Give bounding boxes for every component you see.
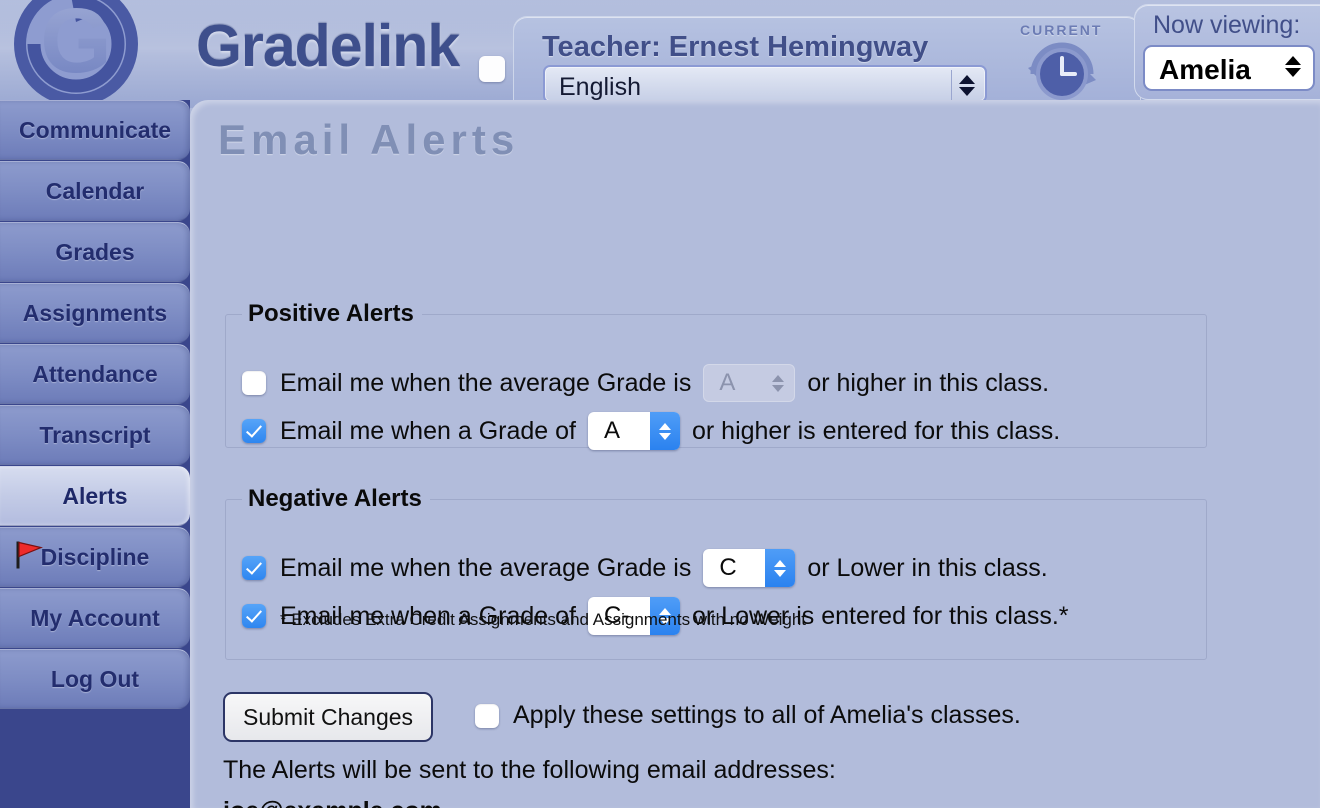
class-select-value: English — [559, 73, 641, 101]
sidebar-item-label: Log Out — [50, 665, 140, 692]
sidebar-item-assignments[interactable]: Assignments — [0, 283, 190, 343]
sidebar-item-communicate[interactable]: Communicate — [0, 100, 190, 160]
negative-alerts-legend: Negative Alerts — [248, 485, 422, 512]
negative-average-grade-checkbox[interactable] — [242, 556, 266, 580]
chevron-updown-icon — [765, 364, 791, 402]
student-select-value: Amelia — [1159, 54, 1251, 85]
now-viewing-panel: Now viewing: Amelia — [1134, 4, 1320, 100]
now-viewing-label: Now viewing: — [1153, 11, 1301, 39]
negative-average-grade-text-after: or Lower in this class. — [807, 553, 1048, 582]
email-recipient-address: joe@example.com — [223, 797, 442, 808]
positive-alerts-group: Positive Alerts Email me when the averag… — [225, 300, 1207, 450]
current-clock-icon — [1024, 38, 1100, 108]
class-extra-toggle[interactable] — [479, 56, 505, 82]
sidebar-item-label: Assignments — [22, 299, 168, 326]
teacher-name-label: Teacher: Ernest Hemingway — [542, 31, 929, 63]
svg-text:G: G — [40, 0, 112, 92]
positive-single-grade-select[interactable]: A — [587, 412, 680, 450]
email-recipients-note: The Alerts will be sent to the following… — [223, 756, 836, 784]
negative-average-grade-select[interactable]: C — [703, 549, 796, 587]
sidebar-item-discipline[interactable]: Discipline — [0, 527, 190, 587]
positive-average-grade-checkbox[interactable] — [242, 371, 266, 395]
positive-single-grade-text-after: or higher is entered for this class. — [691, 416, 1061, 445]
gradelink-app-window: G Gradelink Teacher: Ernest Hemingway En… — [0, 0, 1320, 808]
sidebar-item-label: Calendar — [45, 177, 145, 204]
negative-alerts-group: Negative Alerts Email me when the averag… — [225, 485, 1207, 660]
positive-single-grade-text-before: Email me when a Grade of — [280, 416, 576, 445]
positive-average-grade-text-before: Email me when the average Grade is — [280, 368, 692, 397]
positive-average-grade-select[interactable]: A — [703, 364, 796, 402]
sidebar-item-my-account[interactable]: My Account — [0, 588, 190, 648]
chevron-updown-icon — [765, 549, 796, 587]
sidebar-item-label: Attendance — [32, 360, 158, 387]
positive-single-grade-row: Email me when a Grade of A or higher is … — [242, 412, 1060, 450]
positive-single-grade-checkbox[interactable] — [242, 419, 266, 443]
brand-logo-block[interactable]: G Gradelink — [0, 0, 512, 106]
apply-all-classes-checkbox[interactable] — [475, 703, 499, 728]
negative-average-grade-text-before: Email me when the average Grade is — [280, 553, 692, 582]
positive-average-grade-row: Email me when the average Grade is A or … — [242, 364, 1049, 402]
negative-average-grade-value: C — [719, 554, 737, 581]
app-header: G Gradelink Teacher: Ernest Hemingway En… — [0, 0, 1320, 108]
current-label: CURRENT — [1020, 22, 1103, 38]
apply-all-classes-label: Apply these settings to all of Amelia's … — [513, 701, 1021, 729]
current-indicator: CURRENT — [1010, 22, 1120, 102]
class-select[interactable]: English — [543, 65, 987, 103]
page-title: Email Alerts — [218, 116, 520, 163]
negative-average-grade-row: Email me when the average Grade is C or … — [242, 549, 1048, 587]
submit-changes-button[interactable]: Submit Changes — [223, 692, 434, 742]
positive-alerts-legend: Positive Alerts — [248, 300, 414, 327]
sidebar-item-label: Grades — [55, 238, 135, 265]
brand-wordmark: Gradelink — [196, 13, 460, 79]
positive-average-grade-text-after: or higher in this class. — [807, 368, 1050, 397]
positive-single-grade-value: A — [603, 417, 620, 444]
gradelink-g-logo-icon: G — [0, 0, 198, 108]
red-flag-icon — [12, 538, 46, 577]
main-content-panel: Email Alerts Positive Alerts Email me wh… — [190, 100, 1320, 808]
sidebar-item-label: Alerts — [62, 482, 128, 509]
sidebar-item-transcript[interactable]: Transcript — [0, 405, 190, 465]
sidebar-item-label: Discipline — [40, 543, 150, 570]
sidebar-item-alerts[interactable]: Alerts — [0, 466, 190, 526]
apply-all-classes-row: Apply these settings to all of Amelia's … — [475, 701, 1021, 730]
sidebar-nav: Communicate Calendar Grades Assignments … — [0, 100, 190, 808]
negative-alerts-footnote: * Excludes Extra Credit Assignments and … — [280, 610, 806, 629]
up-down-stepper-icon — [951, 70, 981, 100]
sidebar-item-label: Transcript — [39, 421, 151, 448]
sidebar-item-label: My Account — [30, 604, 160, 631]
sidebar-item-log-out[interactable]: Log Out — [0, 649, 190, 709]
sidebar-item-attendance[interactable]: Attendance — [0, 344, 190, 404]
student-select[interactable]: Amelia — [1143, 45, 1315, 91]
positive-average-grade-value: A — [719, 369, 736, 396]
negative-single-grade-checkbox[interactable] — [242, 604, 266, 628]
sidebar-item-calendar[interactable]: Calendar — [0, 161, 190, 221]
sidebar-item-label: Communicate — [18, 116, 172, 143]
sidebar-item-grades[interactable]: Grades — [0, 222, 190, 282]
chevron-updown-icon — [649, 412, 680, 450]
up-down-stepper-icon — [1285, 56, 1301, 77]
